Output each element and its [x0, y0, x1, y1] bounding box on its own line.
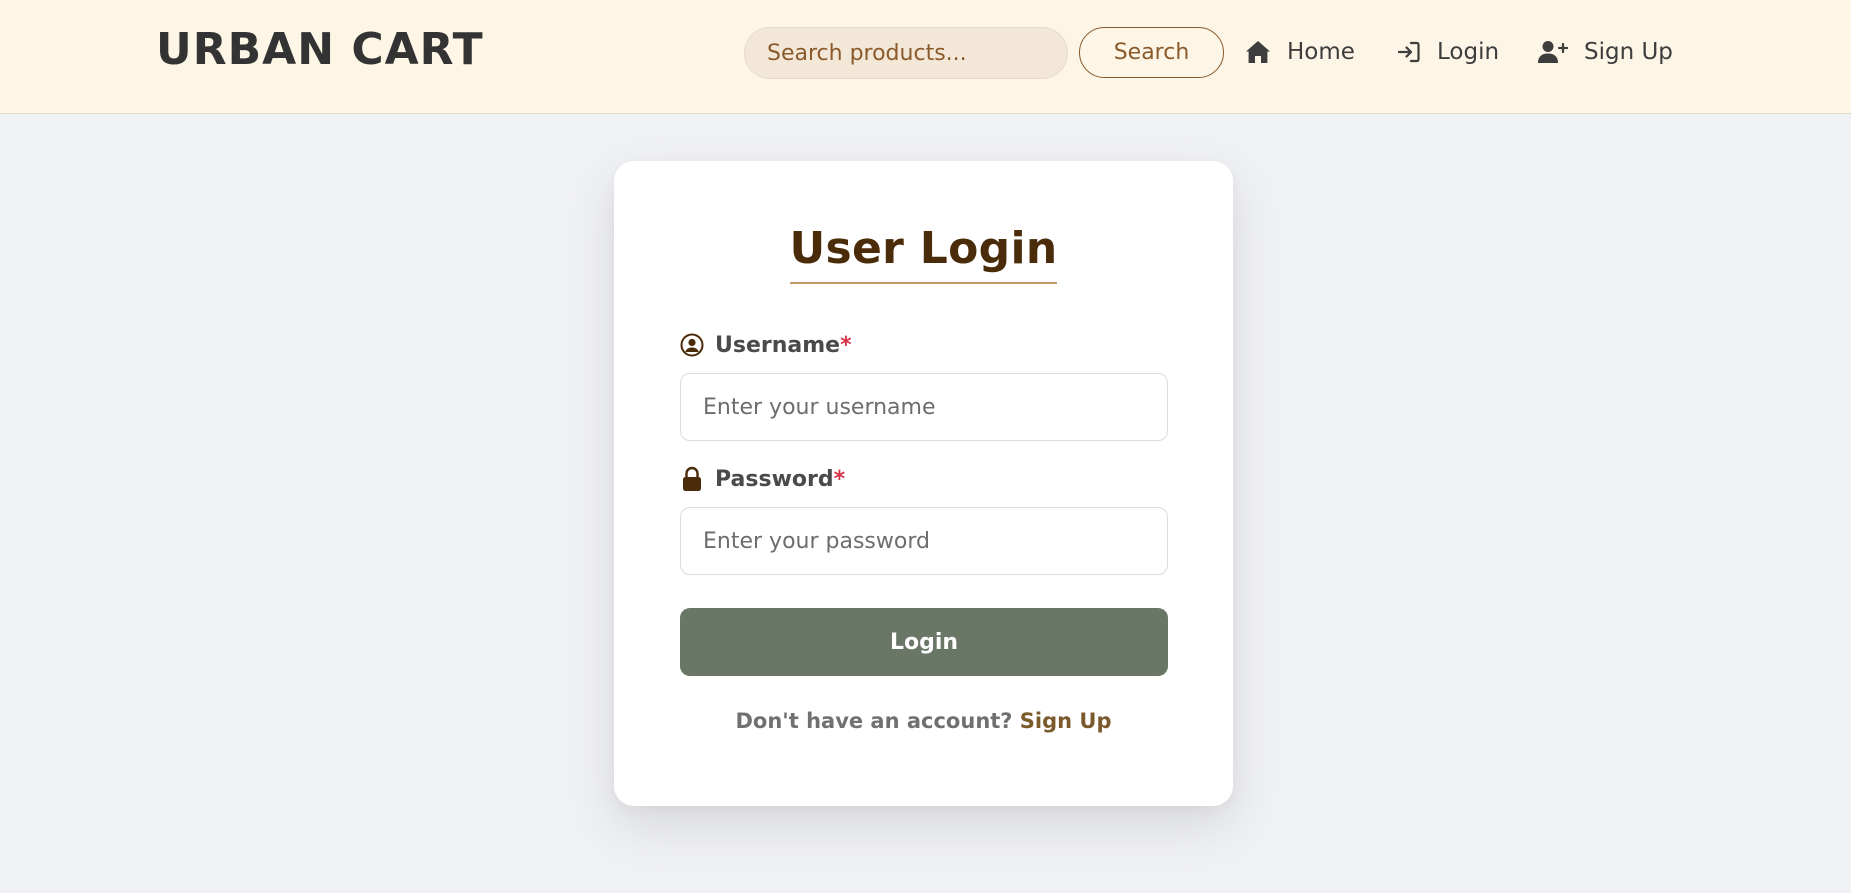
- nav-login-label: Login: [1437, 39, 1500, 65]
- password-label: Password *: [680, 464, 845, 494]
- user-plus-icon: [1538, 41, 1568, 63]
- username-required-mark: *: [840, 332, 852, 358]
- username-label-text: Username: [715, 332, 841, 358]
- username-label: Username *: [680, 330, 852, 360]
- login-card: User Login Username* Password* Login Don…: [614, 161, 1233, 806]
- username-input[interactable]: [680, 373, 1168, 441]
- home-icon: [1246, 41, 1270, 63]
- nav-home-link[interactable]: Home: [1245, 32, 1355, 72]
- signup-prompt: Don't have an account? Sign Up: [614, 709, 1233, 733]
- lock-icon: [683, 466, 701, 491]
- brand-logo[interactable]: URBAN CART: [156, 24, 484, 75]
- signup-link[interactable]: Sign Up: [1020, 709, 1112, 733]
- nav-signup-label: Sign Up: [1584, 39, 1673, 65]
- password-label-text: Password: [715, 466, 834, 492]
- signup-prompt-text: Don't have an account?: [735, 709, 1013, 733]
- login-submit-button[interactable]: Login: [680, 608, 1168, 676]
- login-icon: [1397, 41, 1420, 63]
- login-title: User Login: [789, 223, 1058, 284]
- user-circle-icon: [680, 333, 704, 357]
- nav-signup-link[interactable]: Sign Up: [1538, 32, 1673, 72]
- login-title-wrap: User Login: [614, 223, 1233, 284]
- password-input[interactable]: [680, 507, 1168, 575]
- search-button[interactable]: Search: [1079, 27, 1224, 78]
- nav-login-link[interactable]: Login: [1397, 32, 1499, 72]
- nav-home-label: Home: [1287, 39, 1355, 65]
- password-required-mark: *: [833, 466, 846, 492]
- top-navbar: URBAN CART Search Home Login Sign Up: [0, 0, 1851, 114]
- search-input[interactable]: [744, 27, 1068, 79]
